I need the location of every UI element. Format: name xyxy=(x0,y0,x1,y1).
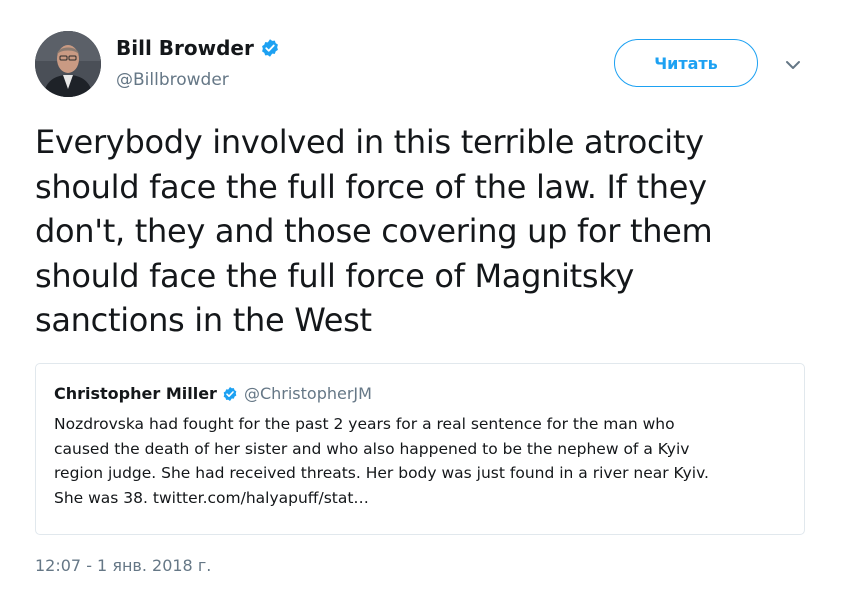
quoted-author-name: Christopher Miller xyxy=(54,384,217,403)
tweet-timestamp[interactable]: 12:07 - 1 янв. 2018 г. xyxy=(35,556,211,575)
quoted-text-line: She was 38. twitter.com/halyapuff/stat… xyxy=(54,488,369,507)
chevron-down-icon[interactable] xyxy=(782,54,804,76)
quoted-tweet-header: Christopher Miller @ChristopherJM xyxy=(54,384,372,403)
quoted-tweet[interactable]: Christopher Miller @ChristopherJM Nozdro… xyxy=(35,363,805,535)
tweet-text-line: should face the full force of the law. I… xyxy=(35,167,707,206)
quoted-tweet-text: Nozdrovska had fought for the past 2 yea… xyxy=(54,412,794,510)
author-name-row[interactable]: Bill Browder xyxy=(116,36,280,60)
avatar[interactable] xyxy=(35,31,101,97)
tweet-text: Everybody involved in this terrible atro… xyxy=(35,120,825,343)
quoted-text-line: caused the death of her sister and who a… xyxy=(54,439,690,458)
tweet-text-line: Everybody involved in this terrible atro… xyxy=(35,123,704,161)
quoted-text-line: Nozdrovska had fought for the past 2 yea… xyxy=(54,415,675,433)
verified-badge-icon xyxy=(260,38,280,58)
tweet-text-line: should face the full force of Magnitsky xyxy=(35,256,635,295)
follow-button[interactable]: Читать xyxy=(614,39,758,87)
author-handle[interactable]: @Billbrowder xyxy=(116,70,229,90)
tweet-text-line: sanctions in the West xyxy=(35,301,372,339)
verified-badge-icon xyxy=(222,386,238,402)
author-name[interactable]: Bill Browder xyxy=(116,36,254,60)
tweet-text-line: don't, they and those covering up for th… xyxy=(35,212,713,250)
quoted-text-line: region judge. She had received threats. … xyxy=(54,464,709,482)
quoted-author-handle: @ChristopherJM xyxy=(243,384,372,403)
